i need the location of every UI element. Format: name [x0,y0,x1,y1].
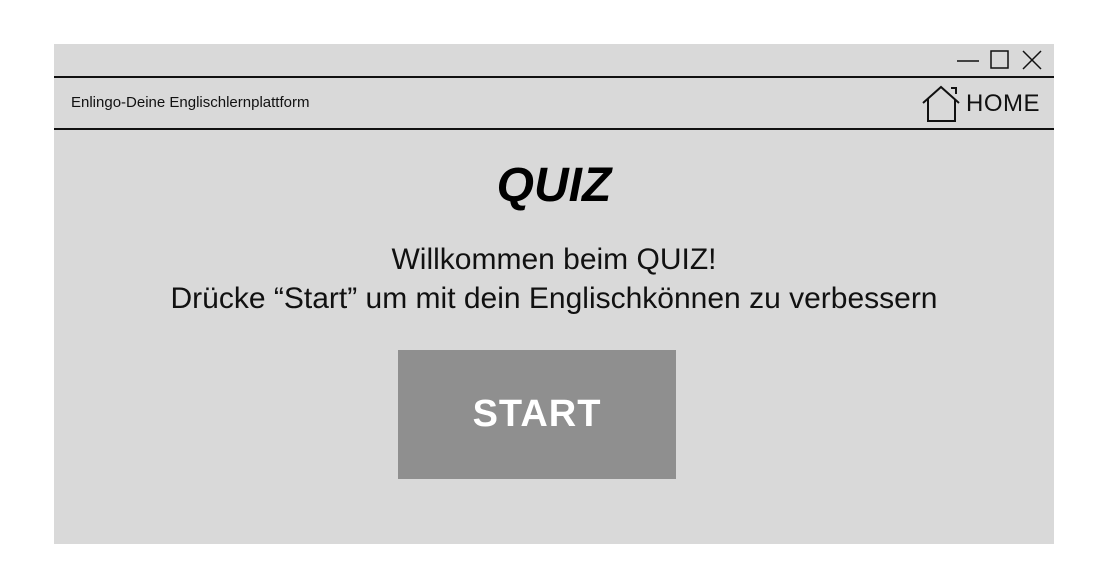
welcome-text: Willkommen beim QUIZ! Drücke “Start” um … [54,240,1054,318]
close-icon [1022,50,1042,70]
minimize-button[interactable] [956,49,980,71]
minimize-icon [957,60,979,62]
nav-bar: Enlingo-Deine Englischlernplattform HOME [54,78,1054,130]
page-title: QUIZ [496,159,612,212]
home-icon [922,85,960,122]
brand-title: Enlingo-Deine Englischlernplattform [71,94,310,111]
welcome-line-1: Willkommen beim QUIZ! [391,243,717,276]
home-label: HOME [966,90,1040,117]
main-content: QUIZ Willkommen beim QUIZ! Drücke “Start… [54,130,1054,544]
maximize-icon [990,50,1009,69]
welcome-line-2: Drücke “Start” um mit dein Englischkönne… [170,282,938,315]
title-bar [54,44,1054,78]
maximize-button[interactable] [988,49,1012,71]
app-window: Enlingo-Deine Englischlernplattform HOME… [54,44,1054,544]
home-button[interactable]: HOME [920,84,1040,124]
window-controls [956,49,1044,71]
start-button[interactable]: START [398,350,676,479]
close-button[interactable] [1020,49,1044,71]
